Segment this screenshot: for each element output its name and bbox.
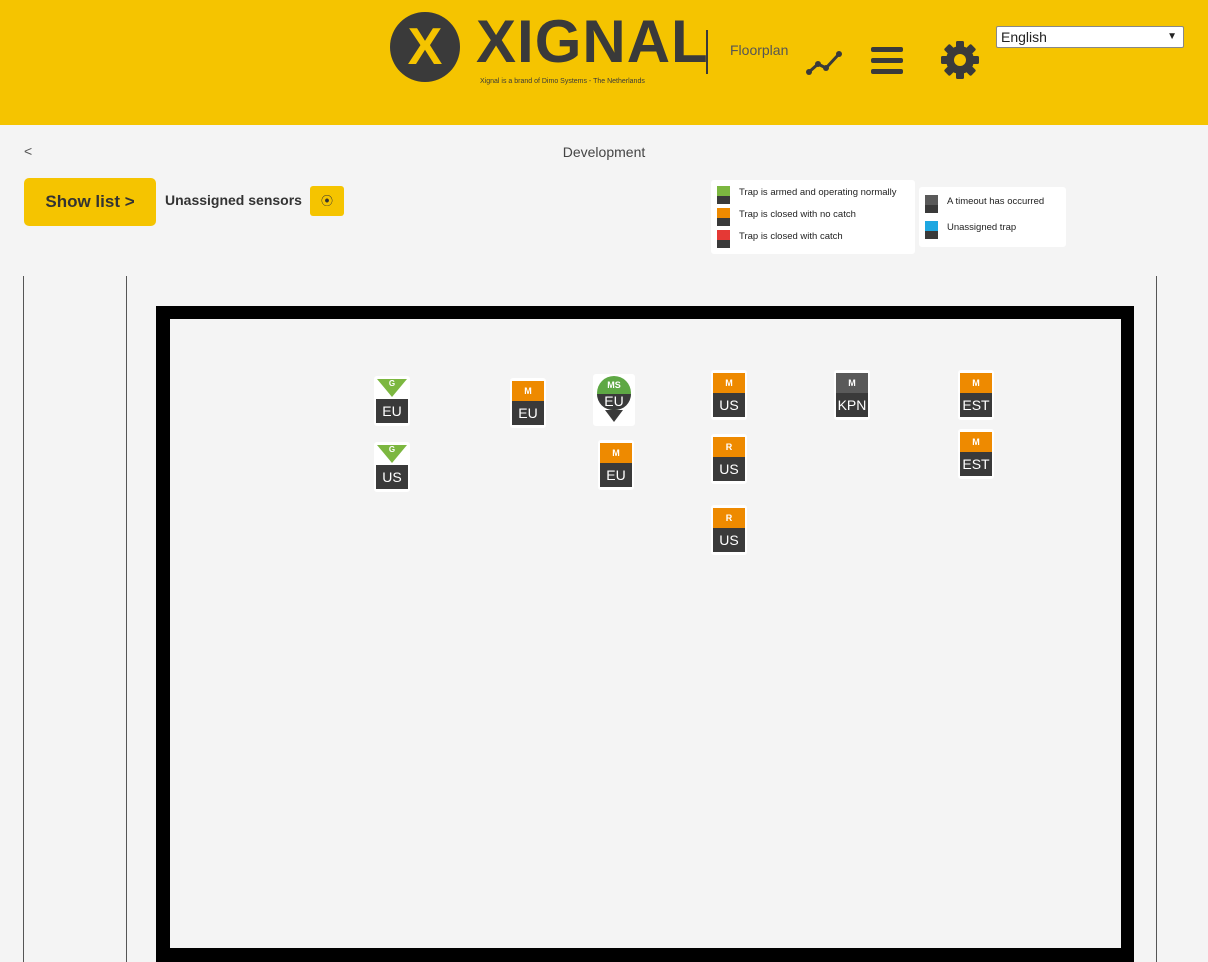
marker-label: EU — [376, 399, 408, 423]
marker-label: KPN — [836, 393, 868, 417]
divider-line — [23, 276, 24, 962]
sensor-pin-marker[interactable]: MS EU — [593, 374, 635, 426]
marker-label: US — [713, 457, 745, 481]
marker-flag: G — [388, 379, 396, 388]
marker-label: EU — [604, 393, 624, 409]
sensor-marker[interactable]: M EU — [598, 440, 634, 490]
sensor-marker[interactable]: G EU — [374, 376, 410, 426]
marker-flag: M — [512, 381, 544, 401]
xignal-logo-icon[interactable]: X — [390, 12, 460, 82]
legend-text: A timeout has occurred — [947, 196, 1045, 207]
unassigned-sensors-toggle-button[interactable]: ⦿ — [310, 186, 344, 216]
marker-label: US — [713, 528, 745, 552]
sensor-marker[interactable]: R US — [711, 505, 747, 555]
settings-gear-icon[interactable] — [940, 40, 980, 80]
sensor-marker[interactable]: M EST — [958, 370, 994, 420]
divider-line — [126, 276, 127, 962]
marker-flag: R — [713, 437, 745, 457]
legend-swatch-orange — [717, 208, 730, 226]
download-circle-icon: ⦿ — [320, 194, 333, 208]
sensor-marker[interactable]: M EST — [958, 429, 994, 479]
sensor-marker[interactable]: M US — [711, 370, 747, 420]
legend-text: Trap is closed with no catch — [739, 209, 856, 220]
brand-name[interactable]: XIGNAL — [476, 10, 709, 74]
legend-text: Unassigned trap — [947, 222, 1017, 233]
language-select[interactable]: English ▼ — [996, 26, 1184, 48]
marker-flag: M — [960, 373, 992, 393]
legend-swatch-blue — [925, 221, 938, 239]
legend-text: Trap is closed with catch — [739, 231, 843, 242]
marker-label: EU — [600, 463, 632, 487]
marker-flag: G — [388, 445, 396, 454]
language-value: English — [1001, 29, 1047, 45]
marker-flag: MS — [607, 380, 621, 390]
show-list-button[interactable]: Show list > — [24, 178, 156, 226]
marker-flag: M — [713, 373, 745, 393]
status-legend-secondary: A timeout has occurred Unassigned trap — [919, 187, 1066, 247]
marker-flag: M — [836, 373, 868, 393]
marker-label: EST — [960, 452, 992, 476]
marker-label: EST — [960, 393, 992, 417]
legend-swatch-grey — [925, 195, 938, 213]
legend-text: Trap is armed and operating normally — [739, 187, 897, 198]
marker-flag: M — [960, 432, 992, 452]
header-divider — [706, 30, 708, 74]
sensor-marker[interactable]: M EU — [510, 378, 546, 428]
sensor-marker[interactable]: M KPN — [834, 370, 870, 420]
unassigned-sensors-label: Unassigned sensors — [165, 192, 302, 208]
sensor-marker[interactable]: R US — [711, 434, 747, 484]
logo-letter: X — [407, 18, 443, 76]
marker-flag: R — [713, 508, 745, 528]
marker-label: US — [376, 465, 408, 489]
chevron-down-icon: ▼ — [1167, 31, 1177, 42]
top-bar: X XIGNAL Xignal is a brand of Dimo Syste… — [0, 0, 1208, 125]
sensor-marker[interactable]: G US — [374, 442, 410, 492]
legend-swatch-red — [717, 230, 730, 248]
marker-label: EU — [512, 401, 544, 425]
legend-swatch-green — [717, 186, 730, 204]
pin-tip — [605, 410, 623, 422]
marker-flag: M — [600, 443, 632, 463]
trend-chart-icon[interactable] — [806, 48, 842, 76]
floorplan-link[interactable]: Floorplan — [730, 42, 788, 58]
status-legend: Trap is armed and operating normally Tra… — [711, 180, 915, 254]
hamburger-menu-icon[interactable] — [870, 44, 904, 78]
divider-line — [1156, 276, 1157, 962]
page-title: Development — [562, 144, 646, 160]
brand-tagline: Xignal is a brand of Dimo Systems - The … — [480, 78, 645, 85]
marker-label: US — [713, 393, 745, 417]
